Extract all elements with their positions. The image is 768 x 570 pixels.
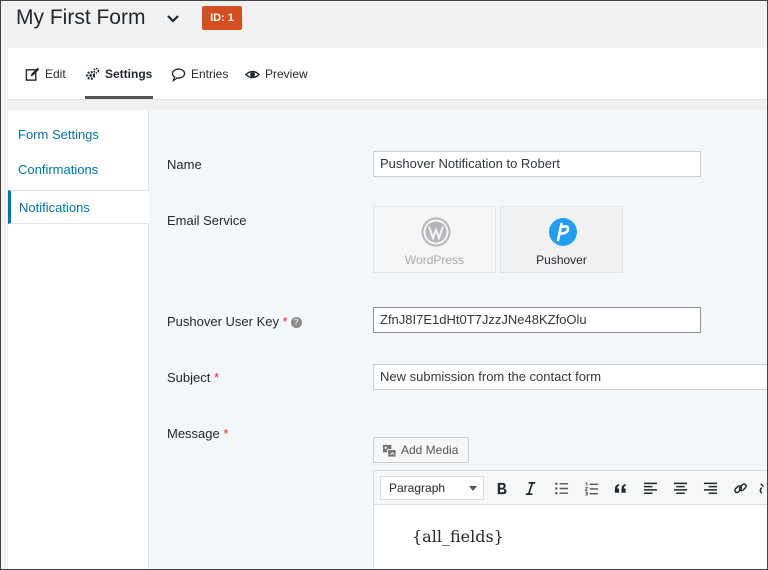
message-label-text: Message: [167, 426, 220, 441]
tab-preview[interactable]: Preview: [245, 48, 308, 100]
bold-button[interactable]: [491, 478, 511, 498]
blockquote-icon: [614, 483, 626, 493]
bulleted-list-button[interactable]: [551, 478, 571, 498]
insert-link-button[interactable]: [730, 478, 750, 498]
editor-toolbar: Paragraph: [374, 471, 768, 505]
subject-input[interactable]: New submission from the contact form: [373, 364, 768, 390]
tab-settings[interactable]: Settings: [85, 48, 152, 100]
numbered-list-icon: [584, 481, 598, 496]
add-media-button[interactable]: Add Media: [373, 437, 469, 463]
form-id-badge: ID: 1: [202, 6, 242, 30]
subject-label-text: Subject: [167, 370, 211, 385]
subject-label: Subject *: [167, 370, 219, 385]
sidebar-item-form-settings[interactable]: Form Settings: [8, 118, 149, 152]
align-right-button[interactable]: [700, 478, 720, 498]
bulleted-list-icon: [554, 482, 568, 494]
pushover-icon: [549, 218, 577, 246]
format-select-value: Paragraph: [389, 481, 446, 495]
help-icon[interactable]: ?: [290, 317, 302, 328]
user-key-label: Pushover User Key *?: [167, 314, 302, 329]
user-key-input[interactable]: ZfnJ8I7E1dHt0T7JzzJNe48KZfoOlu: [373, 307, 701, 333]
message-label: Message *: [167, 426, 228, 441]
service-option-pushover[interactable]: Pushover: [500, 206, 623, 273]
tab-entries-label: Entries: [191, 67, 229, 81]
caret-down-icon: [469, 486, 477, 491]
name-label: Name: [167, 157, 202, 172]
editor-content[interactable]: {all_fields}: [412, 527, 504, 546]
align-left-icon: [643, 482, 657, 494]
email-service-label: Email Service: [167, 213, 247, 228]
tab-settings-label: Settings: [105, 67, 153, 81]
active-tab-indicator: [85, 96, 153, 99]
service-label-wordpress: WordPress: [404, 253, 465, 267]
service-option-wordpress[interactable]: WordPress: [373, 206, 496, 273]
sidebar-item-notifications[interactable]: Notifications: [8, 190, 149, 224]
numbered-list-button[interactable]: [581, 478, 601, 498]
align-center-button[interactable]: [670, 478, 690, 498]
link-icon: [733, 482, 747, 493]
italic-icon: [525, 481, 535, 495]
tab-edit[interactable]: Edit: [25, 48, 66, 100]
paragraph-format-select[interactable]: Paragraph: [380, 476, 484, 500]
settings-sidebar: Form Settings Confirmations Notification…: [8, 110, 149, 570]
name-input[interactable]: Pushover Notification to Robert: [373, 151, 701, 177]
align-left-button[interactable]: [640, 478, 660, 498]
message-editor: Paragraph {all_fields}: [373, 470, 768, 570]
user-key-label-text: Pushover User Key: [167, 314, 279, 329]
add-media-label: Add Media: [401, 443, 459, 457]
tab-edit-label: Edit: [45, 67, 66, 81]
gears-icon: [86, 67, 100, 80]
tab-entries[interactable]: Entries: [171, 48, 228, 100]
eye-icon: [245, 70, 260, 78]
form-title[interactable]: My First Form: [16, 6, 145, 30]
chevron-down-icon[interactable]: [164, 10, 182, 28]
align-center-icon: [673, 482, 687, 494]
form-nav-bar: Edit Settings Entries Preview: [8, 48, 768, 100]
comment-icon: [171, 67, 186, 82]
required-mark: *: [223, 426, 229, 441]
bold-icon: [497, 482, 506, 494]
required-mark: *: [282, 314, 288, 329]
blockquote-button[interactable]: [610, 478, 630, 498]
unlink-icon: [759, 482, 765, 494]
title-bar: My First Form ID: 1: [0, 0, 768, 48]
add-media-icon: [382, 444, 397, 458]
sidebar-item-confirmations[interactable]: Confirmations: [8, 153, 149, 187]
service-label-pushover: Pushover: [536, 253, 587, 267]
unlink-button[interactable]: [758, 478, 768, 498]
wordpress-icon: [421, 217, 451, 247]
align-right-icon: [703, 482, 717, 494]
tab-preview-label: Preview: [265, 67, 308, 81]
italic-button[interactable]: [520, 478, 540, 498]
edit-icon: [25, 67, 40, 81]
required-mark: *: [214, 370, 220, 385]
